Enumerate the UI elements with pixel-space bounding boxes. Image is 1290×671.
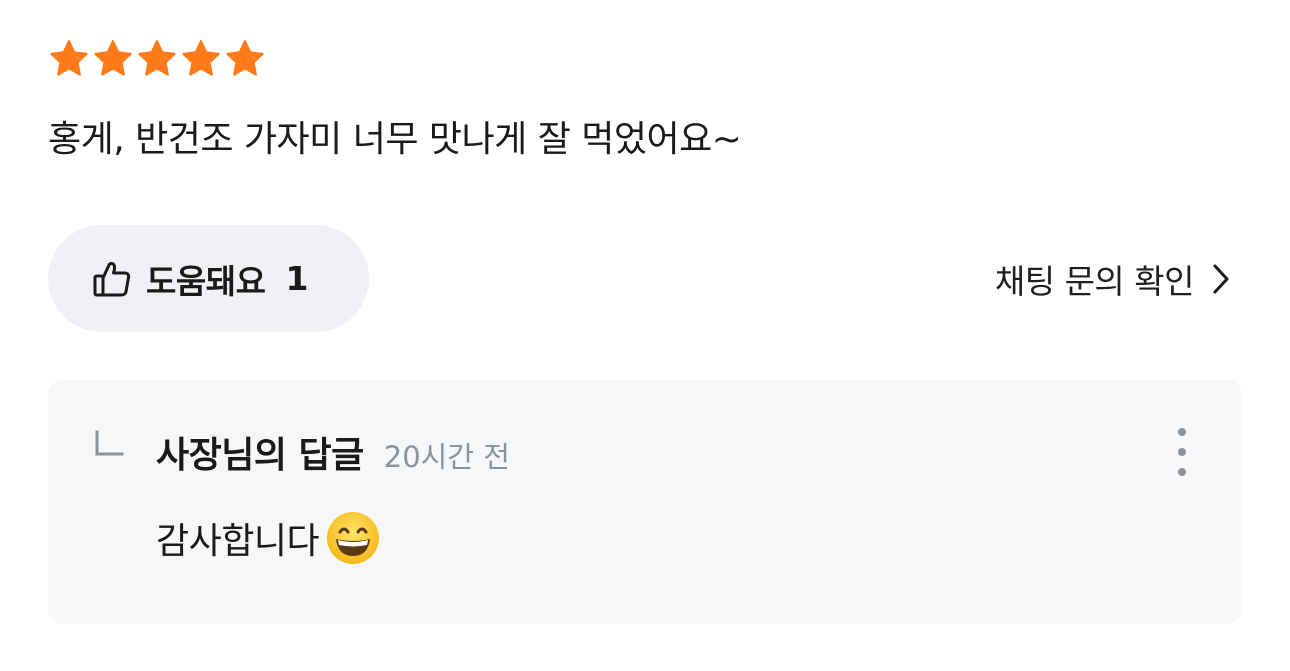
reply-corner-icon [94, 430, 124, 458]
more-options-button[interactable] [1172, 426, 1192, 478]
owner-reply: 사장님의 답글 20시간 전 감사합니다 [48, 380, 1242, 624]
more-vertical-icon [1172, 426, 1192, 478]
helpful-count: 1 [285, 259, 309, 298]
reply-author: 사장님의 답글 [156, 435, 364, 476]
star-icon [48, 38, 90, 80]
star-icon [136, 38, 178, 80]
review-actions: 도움돼요 1 채팅 문의 확인 [48, 225, 1242, 332]
helpful-label: 도움돼요 [146, 261, 266, 301]
reply-body: 감사합니다 [156, 510, 381, 566]
thumbs-up-icon [92, 259, 132, 299]
star-icon [92, 38, 134, 80]
star-icon [224, 38, 266, 80]
review: 홍게, 반건조 가자미 너무 맛나게 잘 먹었어요~ 도움돼요 1 채팅 문의 … [48, 38, 1242, 332]
chevron-right-icon [1210, 262, 1232, 296]
reply-timestamp: 20시간 전 [383, 440, 510, 474]
grinning-face-emoji-icon [325, 510, 381, 566]
review-text: 홍게, 반건조 가자미 너무 맛나게 잘 먹었어요~ [48, 119, 742, 160]
chat-inquiry-label: 채팅 문의 확인 [994, 261, 1195, 301]
reply-text: 감사합니다 [156, 521, 320, 562]
star-icon [180, 38, 222, 80]
helpful-button[interactable]: 도움돼요 1 [48, 225, 369, 332]
star-rating [48, 38, 1242, 96]
reply-header: 사장님의 답글 20시간 전 [156, 426, 510, 478]
chat-inquiry-link[interactable]: 채팅 문의 확인 [995, 225, 1232, 332]
